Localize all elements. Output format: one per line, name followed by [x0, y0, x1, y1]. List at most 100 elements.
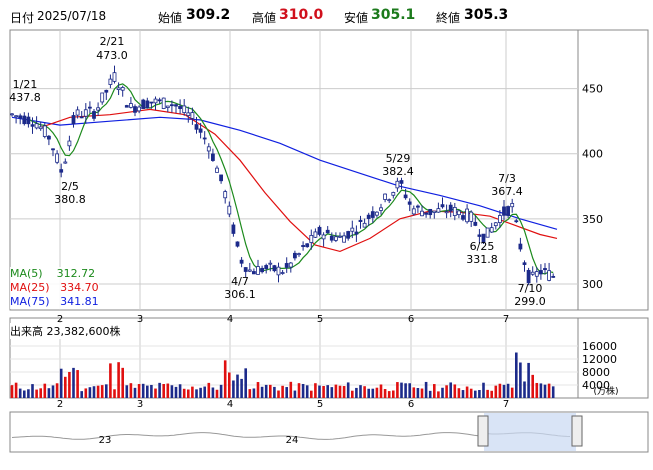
volume-bar	[236, 374, 239, 398]
volume-bar	[240, 378, 243, 398]
candle-body	[321, 234, 326, 240]
volume-bar	[228, 372, 231, 398]
volume-bar	[355, 387, 358, 398]
candle-body	[165, 105, 170, 108]
candle-body	[223, 191, 228, 199]
candle-body	[120, 87, 125, 91]
volume-bar	[346, 382, 350, 398]
candle-body	[178, 106, 183, 109]
annotation-value: 331.8	[466, 253, 498, 266]
candle-body	[116, 87, 121, 90]
volume-bar	[457, 388, 461, 398]
volume-bar	[510, 387, 514, 398]
volume-bar	[100, 385, 104, 398]
candle-body	[420, 210, 424, 217]
volume-bar	[146, 385, 149, 398]
volume-bar	[154, 388, 157, 398]
volume-bar	[342, 386, 346, 398]
candle-body	[157, 99, 162, 102]
volume-bar	[51, 385, 55, 398]
candle-body	[362, 222, 367, 228]
candle-body	[407, 201, 412, 205]
overview-year-label: 24	[286, 435, 299, 446]
annotation-value: 299.0	[514, 295, 546, 308]
candle-body	[149, 101, 154, 104]
volume-bar	[371, 388, 375, 398]
candle-body	[485, 227, 490, 238]
candle-body	[280, 272, 285, 274]
candle-body	[169, 104, 174, 107]
candle-body	[547, 270, 551, 281]
candle-body	[71, 115, 76, 125]
candle-body	[489, 227, 494, 233]
volume-tick-label: 8000	[582, 366, 610, 379]
volume-bar	[445, 385, 448, 398]
candle-body	[272, 265, 277, 272]
candle-body	[444, 211, 449, 214]
volume-bar	[84, 388, 88, 398]
candle-body	[473, 221, 478, 226]
volume-bar	[383, 389, 387, 398]
volume-bar	[449, 382, 452, 398]
annotation-date: 6/25	[470, 240, 495, 253]
candle-body	[387, 199, 392, 202]
candle-body	[288, 262, 293, 268]
candle-body	[477, 234, 482, 237]
volume-bar	[162, 384, 165, 398]
annotation-date: 5/29	[386, 152, 411, 165]
candle-body	[522, 262, 527, 265]
volume-bar	[547, 383, 551, 398]
volume-bar	[428, 390, 432, 398]
volume-bar	[527, 362, 530, 398]
volume-x-month-label: 4	[227, 399, 233, 410]
volume-bar	[494, 385, 498, 398]
candle-body	[190, 112, 195, 119]
volume-bar	[437, 391, 440, 398]
candle-body	[186, 112, 191, 116]
volume-bar	[31, 384, 34, 398]
volume-bar	[252, 388, 256, 398]
volume-bar	[441, 387, 444, 398]
candle-body	[88, 106, 92, 109]
candle-body	[227, 205, 232, 215]
volume-bar	[285, 387, 288, 398]
candle-body	[366, 214, 371, 219]
candle-body	[38, 126, 43, 130]
volume-bar	[502, 384, 506, 398]
volume-bar	[269, 384, 272, 398]
candle-body	[239, 259, 244, 264]
volume-bar	[424, 381, 428, 398]
volume-bar	[178, 384, 182, 398]
ma-legend: MA(5) 312.72 MA(25) 334.70 MA(75) 341.81	[10, 267, 99, 309]
candle-body	[235, 241, 240, 247]
volume-bar	[515, 352, 518, 398]
candle-body	[276, 266, 281, 276]
volume-x-month-label: 2	[57, 399, 63, 410]
candle-body	[268, 262, 273, 265]
volume-bar	[158, 382, 161, 398]
volume-bar	[215, 389, 219, 398]
volume-title: 出来高 23,382,600株	[10, 323, 121, 339]
volume-bar	[330, 387, 334, 398]
volume-bar	[461, 390, 465, 398]
volume-bar	[535, 382, 539, 398]
volume-bar	[281, 385, 284, 398]
volume-bar	[109, 363, 112, 398]
candle-body	[551, 275, 556, 278]
annotation-value: 382.4	[382, 165, 414, 178]
candle-body	[55, 153, 59, 163]
volume-bar	[301, 383, 305, 398]
volume-x-month-label: 6	[408, 399, 414, 410]
candle-body	[161, 97, 166, 109]
volume-bar	[420, 388, 424, 398]
volume-bar	[18, 388, 22, 398]
candle-body	[104, 89, 109, 93]
candle-body	[518, 243, 523, 250]
volume-bar	[367, 388, 370, 398]
volume-bar	[506, 383, 510, 398]
volume-bar	[150, 384, 153, 398]
candle-body	[231, 224, 236, 234]
price-panel-frame	[9, 29, 649, 311]
volume-bar	[453, 384, 457, 398]
volume-bar	[191, 386, 194, 398]
